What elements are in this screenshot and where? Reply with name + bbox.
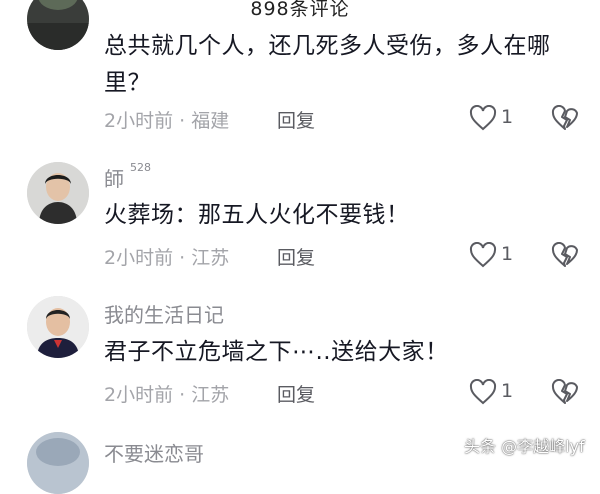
username[interactable]: 師 528 xyxy=(104,161,151,192)
like-count: 1 xyxy=(501,106,514,128)
heart-outline-icon[interactable] xyxy=(469,242,497,268)
heart-outline-icon[interactable] xyxy=(469,379,497,405)
reply-button[interactable]: 回复 xyxy=(277,243,315,270)
broken-heart-icon[interactable] xyxy=(551,105,579,131)
comment-text: 总共就几个人，还几死多人受伤，多人在哪里？ xyxy=(104,33,551,96)
watermark: 头条 @李越峰lyf xyxy=(464,437,585,456)
avatar[interactable] xyxy=(27,432,89,494)
avatar[interactable] xyxy=(27,162,89,224)
username-text: 我的生活日记 xyxy=(104,303,224,327)
comment-meta: 2小时前 · 江苏 回复 1 xyxy=(104,379,600,410)
avatar[interactable] xyxy=(27,296,89,358)
username-text: 不要迷恋哥 xyxy=(104,442,204,466)
username-text: 師 xyxy=(104,167,124,191)
heart-outline-icon[interactable] xyxy=(469,105,497,131)
like-count: 1 xyxy=(501,380,514,402)
comment-text: 君子不立危墙之下⋯..送给大家！ xyxy=(104,339,449,365)
comment-meta: 2小时前 · 江苏 回复 1 xyxy=(104,242,600,273)
user-badge: 528 xyxy=(130,161,151,174)
like-count: 1 xyxy=(501,243,514,265)
username[interactable]: 我的生活日记 xyxy=(104,299,224,328)
avatar[interactable] xyxy=(27,0,89,50)
broken-heart-icon[interactable] xyxy=(551,379,579,405)
username[interactable]: 不要迷恋哥 xyxy=(104,438,204,467)
comment-text: 火葬场：那五人火化不要钱！ xyxy=(104,202,410,228)
comment-time-location: 2小时前 · 江苏 xyxy=(104,384,230,406)
reply-button[interactable]: 回复 xyxy=(277,106,315,133)
reply-button[interactable]: 回复 xyxy=(277,380,315,407)
comment-time-location: 2小时前 · 江苏 xyxy=(104,247,230,269)
comment-count-title: 898条评论 xyxy=(250,0,350,20)
broken-heart-icon[interactable] xyxy=(551,242,579,268)
comment-meta: 2小时前 · 福建 回复 1 xyxy=(104,105,600,136)
comment-time-location: 2小时前 · 福建 xyxy=(104,110,230,132)
